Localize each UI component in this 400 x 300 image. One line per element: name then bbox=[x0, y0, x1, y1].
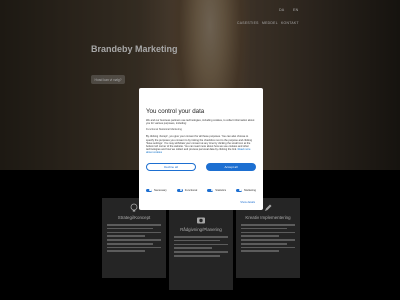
toggle-functional[interactable]: Functional bbox=[176, 188, 198, 192]
show-details-link[interactable]: Show details bbox=[240, 201, 255, 204]
toggle-necessary[interactable]: Necessary bbox=[146, 188, 167, 192]
toggle-label: Marketing bbox=[244, 188, 256, 192]
toggle-switch[interactable] bbox=[207, 188, 214, 192]
consent-body-text: By clicking 'Accept', you give your cons… bbox=[146, 135, 253, 152]
consent-body: By clicking 'Accept', you give your cons… bbox=[146, 135, 256, 154]
toggle-label: Functional bbox=[184, 188, 198, 192]
toggle-switch[interactable] bbox=[236, 188, 243, 192]
toggle-label: Necessary bbox=[154, 188, 167, 192]
consent-intro: We and our business partners use technol… bbox=[146, 119, 255, 126]
consent-purposes: Functional Statistical Marketing bbox=[146, 128, 182, 132]
consent-title: You control your data bbox=[146, 108, 205, 115]
toggle-switch[interactable] bbox=[146, 188, 152, 192]
toggle-marketing[interactable]: Marketing bbox=[236, 188, 256, 192]
toggle-switch[interactable] bbox=[176, 188, 183, 192]
cookie-consent-dialog: You control your data We and our busines… bbox=[139, 88, 263, 210]
toggle-statistics[interactable]: Statistics bbox=[207, 188, 227, 192]
toggle-label: Statistics bbox=[215, 188, 227, 192]
accept-all-button[interactable]: Accept all bbox=[206, 162, 256, 171]
decline-all-button[interactable]: Decline all bbox=[146, 162, 196, 171]
